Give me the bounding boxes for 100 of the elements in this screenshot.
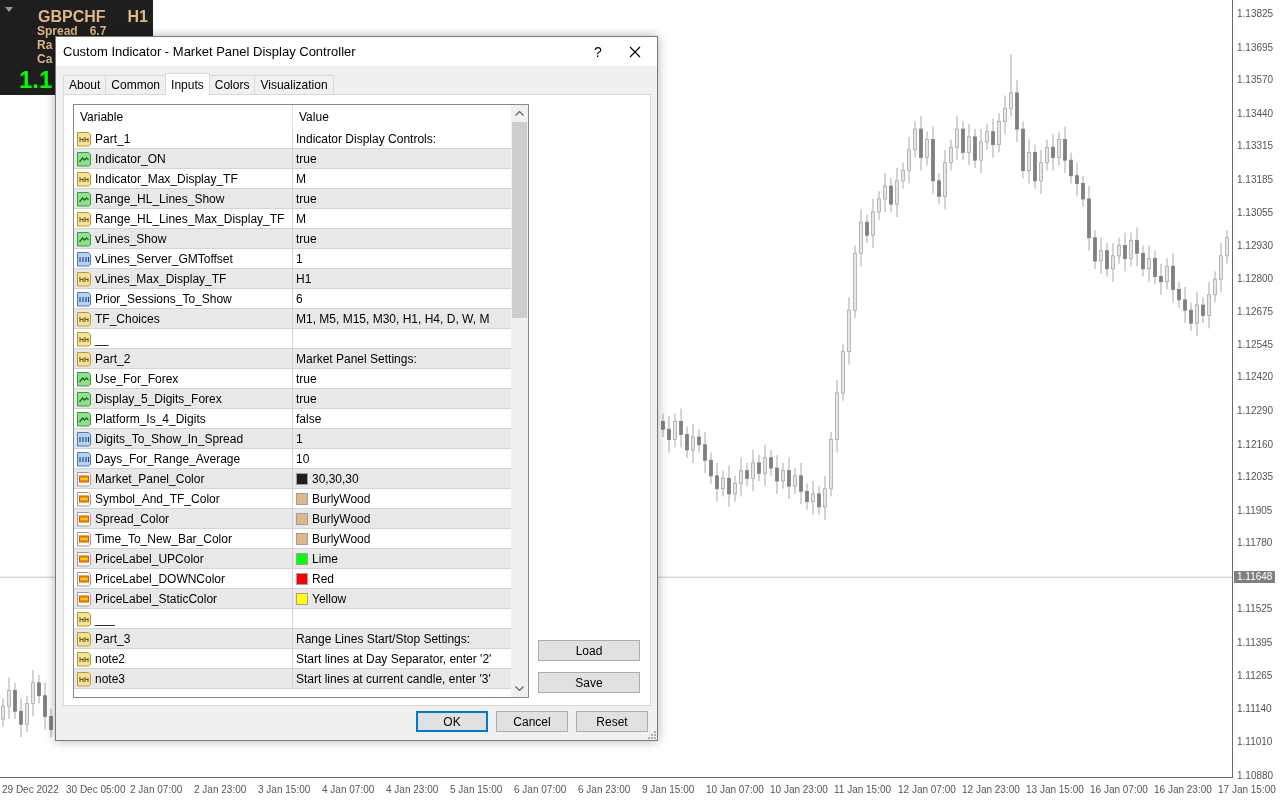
parameter-value[interactable]: true <box>296 371 317 386</box>
price-label: 1.12545 <box>1237 339 1274 352</box>
price-label: 1.12035 <box>1237 471 1274 484</box>
parameter-value[interactable]: Start lines at Day Separator, enter '2' <box>296 651 492 666</box>
candlestick <box>1111 242 1115 283</box>
parameter-value[interactable]: BurlyWood <box>312 491 371 506</box>
text-type-icon <box>76 610 92 627</box>
parameter-value[interactable]: Market Panel Settings: <box>296 351 417 366</box>
candlestick <box>1123 232 1127 272</box>
variable-name: vLines_Max_Display_TF <box>95 271 227 286</box>
parameter-value[interactable]: true <box>296 151 317 166</box>
candlestick <box>979 128 983 174</box>
parameter-value[interactable]: 1 <box>296 251 303 266</box>
variable-name: Time_To_New_Bar_Color <box>95 531 232 546</box>
variable-name: Prior_Sessions_To_Show <box>95 291 232 306</box>
candlestick <box>949 138 953 171</box>
column-header[interactable]: Variable <box>80 110 124 124</box>
price-label: 1.13440 <box>1237 107 1274 120</box>
candlestick <box>763 444 767 487</box>
column-header[interactable]: Value <box>299 110 329 124</box>
time-label: 17 Jan 15:00 <box>1218 783 1276 795</box>
resize-grip-icon[interactable] <box>647 730 656 739</box>
parameter-value[interactable]: 30,30,30 <box>312 471 359 486</box>
variable-name: Symbol_And_TF_Color <box>95 491 220 506</box>
text-type-icon <box>76 210 92 227</box>
candlestick <box>1093 229 1097 270</box>
candlestick <box>991 118 995 159</box>
dialog-button[interactable]: Load <box>538 640 640 661</box>
close-icon[interactable] <box>629 45 641 58</box>
dialog-button[interactable]: Cancel <box>496 711 568 732</box>
dialog-button[interactable]: Reset <box>576 711 648 732</box>
scroll-down-icon[interactable] <box>515 686 524 691</box>
number-type-icon <box>76 290 92 307</box>
variable-name: Platform_Is_4_Digits <box>95 411 206 426</box>
parameter-value[interactable]: true <box>296 391 317 406</box>
tab[interactable]: Inputs <box>165 73 210 95</box>
parameter-value[interactable]: Lime <box>312 551 338 566</box>
parameter-value[interactable]: Start lines at current candle, enter '3' <box>296 671 491 686</box>
candlestick <box>823 475 827 521</box>
scroll-up-icon[interactable] <box>515 111 524 116</box>
candlestick <box>1027 138 1031 184</box>
text-type-icon <box>76 270 92 287</box>
variable-name: note2 <box>95 651 126 666</box>
parameter-value[interactable]: BurlyWood <box>312 531 371 546</box>
candlestick <box>1129 232 1133 267</box>
tab[interactable]: About <box>63 75 107 94</box>
candlestick <box>1039 149 1043 195</box>
candlestick <box>727 464 731 508</box>
candlestick <box>781 462 785 490</box>
parameter-value[interactable]: 6 <box>296 291 303 306</box>
window-title: Custom Indicator - Market Panel Display Controller <box>63 44 357 59</box>
variable-name: Range_HL_Lines_Show <box>95 191 225 206</box>
parameter-value[interactable]: Red <box>312 571 334 586</box>
parameter-value[interactable]: true <box>296 191 317 206</box>
candlestick <box>1153 250 1157 285</box>
parameter-value[interactable]: Range Lines Start/Stop Settings: <box>296 631 471 646</box>
candlestick <box>697 428 701 454</box>
variable-name: Spread_Color <box>95 511 170 526</box>
range-label: Ra <box>37 38 53 52</box>
parameter-value[interactable]: M1, M5, M15, M30, H1, H4, D, W, M <box>296 311 490 326</box>
help-button[interactable]: ? <box>584 43 612 60</box>
variable-name: PriceLabel_DOWNColor <box>95 571 226 586</box>
candlestick <box>1207 281 1211 329</box>
candlestick <box>1135 226 1139 267</box>
number-type-icon <box>76 430 92 447</box>
tab[interactable]: Visualization <box>254 75 334 94</box>
candlestick <box>1183 286 1187 324</box>
candlestick <box>805 483 809 510</box>
time-label: 29 Dec 2022 <box>2 783 59 795</box>
parameter-value[interactable]: M <box>296 211 306 226</box>
dropdown-icon[interactable] <box>5 7 13 12</box>
parameter-value[interactable]: Yellow <box>312 591 347 606</box>
parameter-value[interactable]: 10 <box>296 451 310 466</box>
candlestick <box>37 674 41 704</box>
palette-type-icon <box>76 550 92 567</box>
text-type-icon <box>76 170 92 187</box>
dialog-button[interactable]: Save <box>538 672 640 693</box>
candlestick <box>787 457 791 500</box>
candlestick <box>1213 270 1217 303</box>
text-type-icon <box>76 650 92 667</box>
parameter-value[interactable]: BurlyWood <box>312 511 371 526</box>
candlestick <box>1063 126 1067 174</box>
candlestick <box>1219 242 1223 293</box>
candlestick <box>661 413 665 438</box>
time-label: 12 Jan 23:00 <box>962 783 1020 795</box>
palette-type-icon <box>76 510 92 527</box>
candlestick <box>751 449 755 492</box>
candlestick <box>889 177 893 213</box>
parameter-value[interactable]: false <box>296 411 322 426</box>
scrollbar[interactable] <box>511 105 528 697</box>
parameter-value[interactable]: M <box>296 171 306 186</box>
parameter-value[interactable]: true <box>296 231 317 246</box>
dialog-button[interactable]: OK <box>416 711 488 732</box>
parameter-value[interactable]: Indicator Display Controls: <box>296 131 437 146</box>
parameter-value[interactable]: 1 <box>296 431 303 446</box>
variable-name: vLines_Show <box>95 231 167 246</box>
time-label: 16 Jan 07:00 <box>1090 783 1148 795</box>
parameter-value[interactable]: H1 <box>296 271 312 286</box>
variable-name: PriceLabel_StaticColor <box>95 591 218 606</box>
variable-name: Display_5_Digits_Forex <box>95 391 222 406</box>
